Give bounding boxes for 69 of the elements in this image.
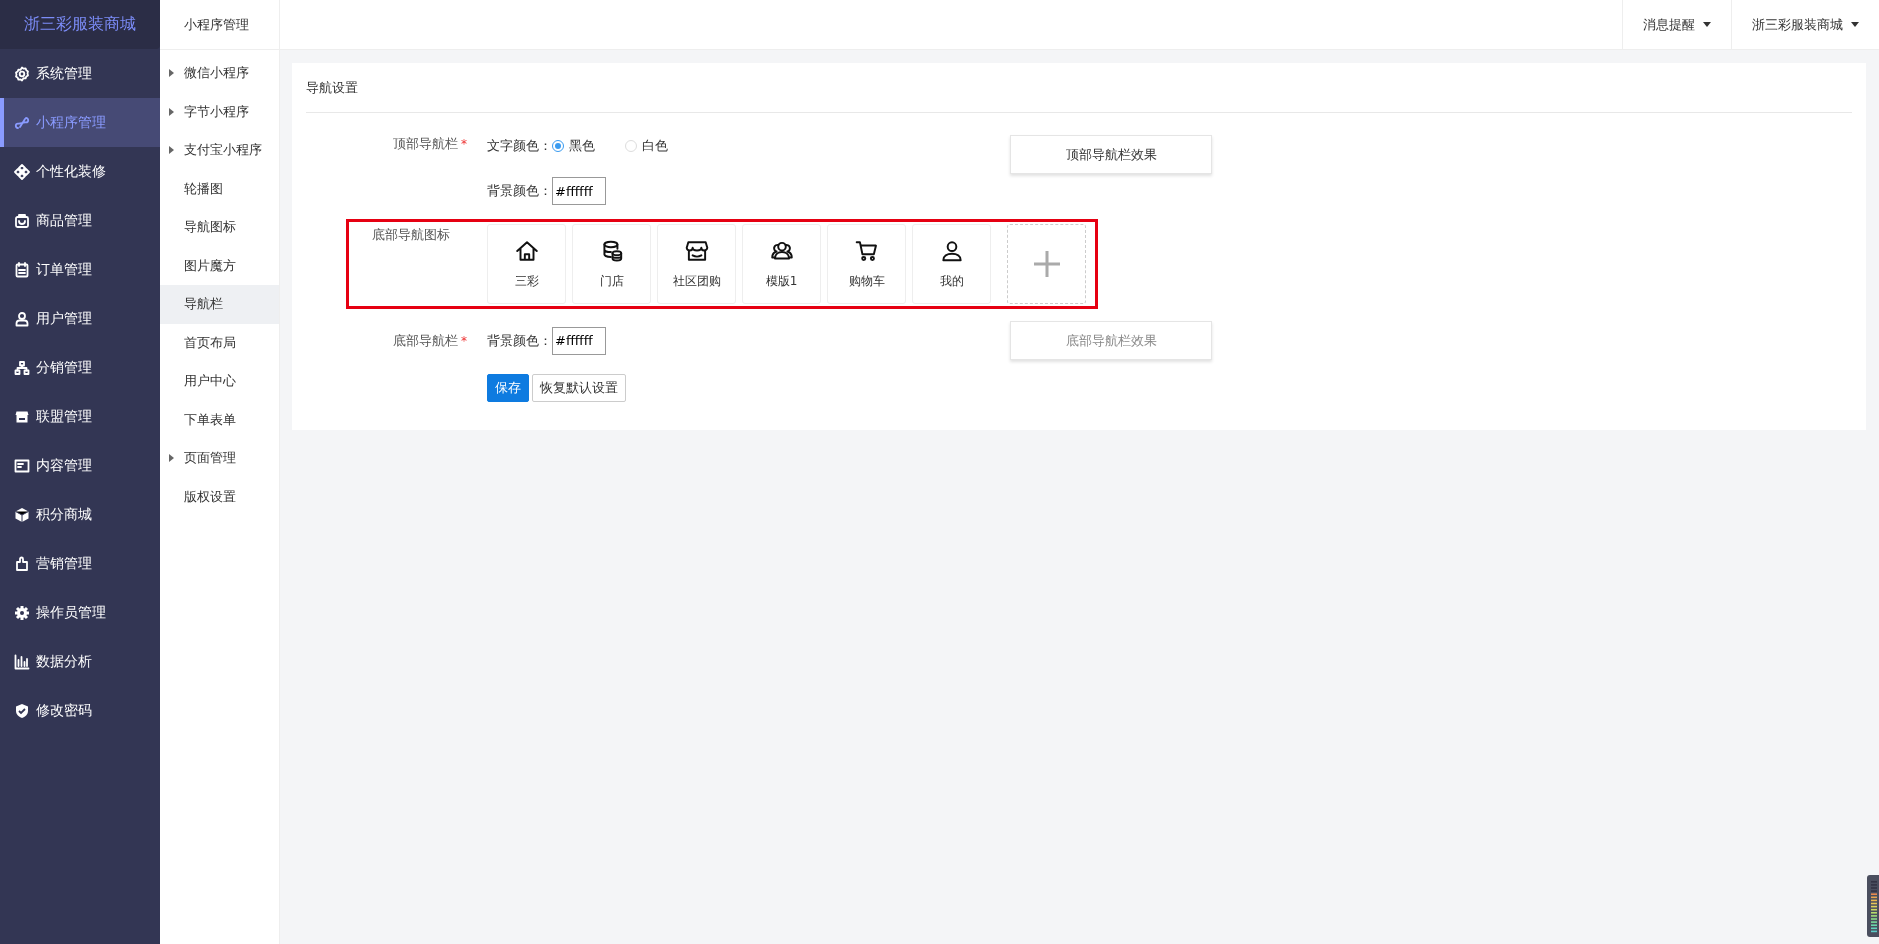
field-label: 底部导航栏 — [393, 332, 458, 348]
color-input[interactable]: #ffffff — [552, 177, 606, 205]
submenu-item[interactable]: 轮播图 — [160, 169, 279, 208]
bag-icon — [14, 212, 30, 229]
panel-title: 导航设置 — [306, 63, 1852, 113]
radio-option[interactable]: 白色 — [625, 137, 668, 155]
caret-icon — [1851, 22, 1859, 27]
level-meter-drawing — [1867, 875, 1879, 937]
dropdown-menu[interactable]: 浙三彩服装商城 — [1731, 0, 1879, 49]
field-label: 背景颜色： — [487, 182, 552, 200]
radio-option[interactable]: 黑色 — [552, 137, 595, 155]
submenu-item[interactable]: 导航栏 — [160, 285, 279, 324]
storefront-icon — [683, 238, 710, 264]
add-tile-button[interactable] — [1007, 224, 1086, 304]
nav-icon-tile[interactable]: 三彩 — [487, 224, 566, 304]
sidebar-item[interactable]: 订单管理 — [0, 245, 160, 294]
sidebar-item[interactable]: 操作员管理 — [0, 588, 160, 637]
sidebar-item[interactable]: 积分商城 — [0, 490, 160, 539]
submenu-item[interactable]: 用户中心 — [160, 362, 279, 401]
nav-icon-tile[interactable]: 我的 — [912, 224, 991, 304]
required-mark: * — [461, 333, 467, 348]
field-label: 顶部导航栏 — [393, 136, 458, 151]
submenu-item[interactable]: 字节小程序 — [160, 92, 279, 131]
calendar-icon — [14, 261, 30, 278]
submenu-item[interactable]: 版权设置 — [160, 477, 279, 516]
sidebar-item[interactable]: 数据分析 — [0, 637, 160, 686]
nav-icon-tile[interactable]: 门店 — [572, 224, 651, 304]
submenu-item[interactable]: 下单表单 — [160, 400, 279, 439]
bar-chart-icon — [14, 653, 30, 670]
sidebar-item[interactable]: 营销管理 — [0, 539, 160, 588]
sidebar-item[interactable]: 联盟管理 — [0, 392, 160, 441]
gear-icon — [14, 65, 30, 82]
panel-icon — [14, 457, 30, 474]
logo-text: 浙三彩服装商城 — [0, 0, 160, 49]
submenu-item[interactable]: 页面管理 — [160, 439, 279, 478]
submenu-item[interactable]: 支付宝小程序 — [160, 131, 279, 170]
hierarchy-icon — [14, 359, 30, 376]
sidebar-item[interactable]: 个性化装修 — [0, 147, 160, 196]
sidebar-item[interactable]: 分销管理 — [0, 343, 160, 392]
save-button[interactable]: 保存 — [487, 374, 529, 402]
sidebar-item[interactable]: 用户管理 — [0, 294, 160, 343]
submenu-title: 小程序管理 — [160, 0, 279, 50]
sidebar-item[interactable]: 系统管理 — [0, 49, 160, 98]
cart-icon — [853, 238, 880, 264]
submenu-item[interactable]: 图片魔方 — [160, 246, 279, 285]
sidebar-item[interactable]: 商品管理 — [0, 196, 160, 245]
user-icon — [14, 310, 30, 327]
dropdown-menu[interactable]: 消息提醒 — [1622, 0, 1731, 49]
house-icon — [513, 238, 540, 264]
field-label: 背景颜色： — [487, 331, 552, 350]
submenu-item[interactable]: 导航图标 — [160, 208, 279, 247]
color-input[interactable]: #ffffff — [552, 326, 606, 355]
sidebar-item[interactable]: 修改密码 — [0, 686, 160, 735]
caret-icon — [1703, 22, 1711, 27]
submenu-item[interactable]: 微信小程序 — [160, 54, 279, 93]
field-label: 底部导航图标 — [372, 227, 450, 242]
sidebar-item[interactable]: 内容管理 — [0, 441, 160, 490]
plus-icon — [1031, 249, 1062, 279]
link-icon — [14, 114, 30, 131]
field-label: 文字颜色： — [487, 137, 552, 155]
required-mark: * — [461, 137, 467, 151]
preview-button[interactable]: 顶部导航栏效果 — [1010, 135, 1212, 174]
nav-icon-tile[interactable]: 购物车 — [827, 224, 906, 304]
shield-icon — [14, 702, 30, 719]
reset-button[interactable]: 恢复默认设置 — [532, 374, 626, 402]
submenu-item[interactable]: 首页布局 — [160, 323, 279, 362]
settings-icon — [14, 604, 30, 621]
nav-icon-tile[interactable]: 模版1 — [742, 224, 821, 304]
nav-icon-tile[interactable]: 社区团购 — [657, 224, 736, 304]
